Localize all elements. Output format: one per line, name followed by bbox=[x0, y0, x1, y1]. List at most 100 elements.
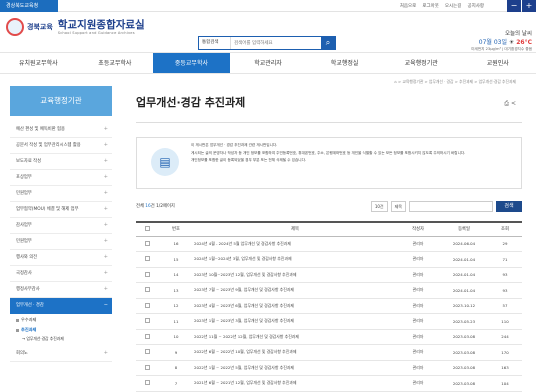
home-link[interactable]: 처음으로 bbox=[400, 3, 417, 9]
nav-personnel[interactable]: 교원인사 bbox=[459, 53, 536, 73]
table-row[interactable]: 12 2023년 4월 ~ 2023년 6월, 업무개선 및 경감사항 추진과제 관… bbox=[136, 298, 522, 314]
table-row[interactable]: 13 2023년 7월 ~ 2023년 9월, 업무개선 및 경감사항 추진과제 관… bbox=[136, 282, 522, 299]
row-checkbox[interactable] bbox=[144, 271, 150, 277]
side-item[interactable]: 포상업무 + bbox=[10, 170, 112, 186]
page-tools: ⎙ < bbox=[504, 100, 516, 108]
table-row[interactable]: 11 2023년 1월 ~ 2023년 3월, 업무개선 및 경감사항 추진과제 관… bbox=[136, 313, 522, 330]
sub-sub-item[interactable]: → 업무개선·경감 추진과제 bbox=[10, 334, 112, 346]
row-checkbox[interactable] bbox=[144, 380, 150, 386]
row-views: 170 bbox=[488, 344, 522, 361]
print-icon[interactable]: ⎙ bbox=[504, 100, 509, 107]
row-number: 9 bbox=[158, 344, 194, 361]
site-subtitle: School Support and Guidance Archives bbox=[57, 30, 135, 35]
row-checkbox[interactable] bbox=[144, 318, 150, 324]
row-views: 104 bbox=[488, 375, 522, 392]
row-title-link[interactable]: 2022년 1월 ~ 2022년 5월, 업무개선 및 경감사항 추진과제 bbox=[194, 360, 396, 376]
row-checkbox[interactable] bbox=[144, 287, 150, 293]
side-item-active[interactable]: 업무개선 · 경감 − bbox=[10, 298, 112, 314]
row-checkbox[interactable] bbox=[144, 302, 150, 308]
side-item[interactable]: 업무협약(MOU) 체결 및 해제 업무 + bbox=[10, 202, 112, 218]
site-title: 학교지원종합자료실 bbox=[57, 18, 145, 31]
row-checkbox[interactable] bbox=[144, 256, 150, 262]
nav-admin-office[interactable]: 학교행정실 bbox=[306, 53, 383, 73]
row-title-link[interactable]: 2023년 1월 ~ 2023년 3월, 업무개선 및 경감사항 추진과제 bbox=[194, 313, 396, 330]
row-author: 관리자 bbox=[396, 251, 440, 268]
list-search-input[interactable] bbox=[409, 201, 493, 212]
row-title-link[interactable]: 2024년 4월 - 2024년 5월 업무개선 및 경감사항 추진과제 bbox=[194, 236, 396, 252]
share-icon[interactable]: < bbox=[511, 100, 516, 107]
side-item[interactable]: 감사업무 + bbox=[10, 218, 112, 234]
side-item[interactable]: 민원업무 + bbox=[10, 186, 112, 202]
table-row[interactable]: 8 2022년 1월 ~ 2022년 5월, 업무개선 및 경감사항 추진과제 관리… bbox=[136, 360, 522, 376]
plus-icon: + bbox=[103, 174, 108, 180]
row-title-link[interactable]: 2023년 7월 ~ 2023년 9월, 업무개선 및 경감사항 추진과제 bbox=[194, 282, 396, 299]
table-row[interactable]: 7 2021년 6월 ~ 2021년 12월, 업무개선 및 경감사항 추진과제 관… bbox=[136, 375, 522, 392]
list-search-button[interactable]: 검색 bbox=[496, 201, 522, 212]
side-item[interactable]: 공문서 작성 및 업무관리시스템 활용 + bbox=[10, 138, 112, 154]
row-title-link[interactable]: 2023년 10월~2023년 12월, 업무개선 및 경감사항 추진과제 bbox=[194, 267, 396, 283]
row-views: 93 bbox=[488, 267, 522, 283]
row-date: 2023.03.08 bbox=[440, 375, 488, 392]
post-table: 번호 제목 작성자 등록일 조회 16 2024년 4월 - 2024년 5월 업… bbox=[136, 221, 522, 392]
side-item[interactable]: 회의노 + bbox=[10, 346, 112, 362]
per-page-select[interactable]: 10건 bbox=[370, 201, 388, 212]
sub-item-best[interactable]: 우수과제 bbox=[10, 314, 112, 324]
col-check bbox=[136, 221, 158, 237]
table-row[interactable]: 9 2022년 6월 ~ 2022년 10월, 업무개선 및 경감사항 추진과제 관… bbox=[136, 344, 522, 361]
row-checkbox[interactable] bbox=[144, 240, 150, 246]
select-all-checkbox[interactable] bbox=[144, 225, 150, 231]
nav-secondary[interactable]: 중등교무학사 bbox=[153, 53, 230, 73]
row-number: 10 bbox=[158, 329, 194, 345]
row-title-link[interactable]: 2022년 11월 ~ 2022년 12월, 업무개선 및 경감사항 추진과제 bbox=[194, 329, 396, 345]
plus-icon[interactable]: + bbox=[522, 0, 536, 12]
site-logo[interactable]: 경북교육 학교지원종합자료실 School Support and Guidan… bbox=[6, 18, 145, 36]
side-item[interactable]: 예산 편성 및 예독비판 협용 + bbox=[10, 122, 112, 138]
plus-icon: + bbox=[103, 286, 108, 292]
minus-icon[interactable]: − bbox=[507, 0, 521, 12]
nav-school-admin[interactable]: 학교관리자 bbox=[230, 53, 307, 73]
office-name: 경북교육 bbox=[27, 22, 53, 31]
row-views: 110 bbox=[488, 313, 522, 330]
logout-link[interactable]: 로그아웃 bbox=[422, 3, 439, 9]
notice-box: ▤ 이 게시판은 업무개선 · 경감 추진과제 관련 게시판입니다. 게시되는 … bbox=[136, 137, 522, 189]
row-number: 7 bbox=[158, 375, 194, 392]
search-button[interactable]: ⌕ bbox=[321, 37, 335, 49]
agency-tag[interactable]: 경상북도교육청 bbox=[0, 0, 58, 12]
row-title-link[interactable]: 2023년 4월 ~ 2023년 6월, 업무개선 및 경감사항 추진과제 bbox=[194, 298, 396, 314]
nav-elementary[interactable]: 초등교무학사 bbox=[77, 53, 154, 73]
notice-link[interactable]: 공지사항 bbox=[467, 3, 484, 9]
search-field-select[interactable]: 제목 bbox=[390, 201, 406, 212]
table-row[interactable]: 10 2022년 11월 ~ 2022년 12월, 업무개선 및 경감사항 추진과… bbox=[136, 329, 522, 345]
sub-item-tasks[interactable]: 추진과제 bbox=[10, 324, 112, 334]
table-row[interactable]: 16 2024년 4월 - 2024년 5월 업무개선 및 경감사항 추진과제 관리… bbox=[136, 236, 522, 252]
row-date: 2023.05.23 bbox=[440, 313, 488, 330]
plus-icon: + bbox=[103, 238, 108, 244]
table-row[interactable]: 15 2024년 1월~2024년 3월, 업무개선 및 경감사항 추진과제 관리자… bbox=[136, 251, 522, 268]
sun-icon: ☀ bbox=[508, 39, 515, 46]
notice-line-3: 개인정보를 포함한 글이 등록되었을 경우 부분 또는 전체 삭제될 수 있습니… bbox=[191, 158, 307, 162]
divider bbox=[136, 122, 522, 123]
nav-kindergarten[interactable]: 유치원교무학사 bbox=[0, 53, 77, 73]
top-utility-bar: 경상북도교육청 처음으로 로그아웃 오시는길 공지사항 − + bbox=[0, 0, 536, 12]
side-item[interactable]: 국정감사 + bbox=[10, 266, 112, 282]
row-checkbox[interactable] bbox=[144, 349, 150, 355]
row-checkbox[interactable] bbox=[144, 333, 150, 339]
side-item[interactable]: 민원업무 + bbox=[10, 234, 112, 250]
row-title-link[interactable]: 2021년 6월 ~ 2021년 12월, 업무개선 및 경감사항 추진과제 bbox=[194, 375, 396, 392]
directions-link[interactable]: 오시는길 bbox=[445, 3, 462, 9]
row-views: 93 bbox=[488, 282, 522, 299]
side-item[interactable]: 행정사무감사 + bbox=[10, 282, 112, 298]
row-checkbox[interactable] bbox=[144, 364, 150, 370]
col-date: 등록일 bbox=[440, 221, 488, 237]
table-row[interactable]: 14 2023년 10월~2023년 12월, 업무개선 및 경감사항 추진과제 관… bbox=[136, 267, 522, 283]
row-title-link[interactable]: 2024년 1월~2024년 3월, 업무개선 및 경감사항 추진과제 bbox=[194, 251, 396, 268]
search-input[interactable] bbox=[231, 37, 321, 49]
search-scope-select[interactable]: 통합검색 bbox=[199, 37, 231, 49]
row-title-link[interactable]: 2022년 6월 ~ 2022년 10월, 업무개선 및 경감사항 추진과제 bbox=[194, 344, 396, 361]
row-author: 관리자 bbox=[396, 282, 440, 299]
side-item[interactable]: 행사와 의전 + bbox=[10, 250, 112, 266]
utility-links: 처음으로 로그아웃 오시는길 공지사항 bbox=[400, 3, 484, 9]
main-nav: 유치원교무학사 초등교무학사 중등교무학사 학교관리자 학교행정실 교육행정기관… bbox=[0, 52, 536, 74]
side-item[interactable]: 보도자료 작성 + bbox=[10, 154, 112, 170]
nav-edu-agency[interactable]: 교육행정기관 bbox=[383, 53, 460, 73]
